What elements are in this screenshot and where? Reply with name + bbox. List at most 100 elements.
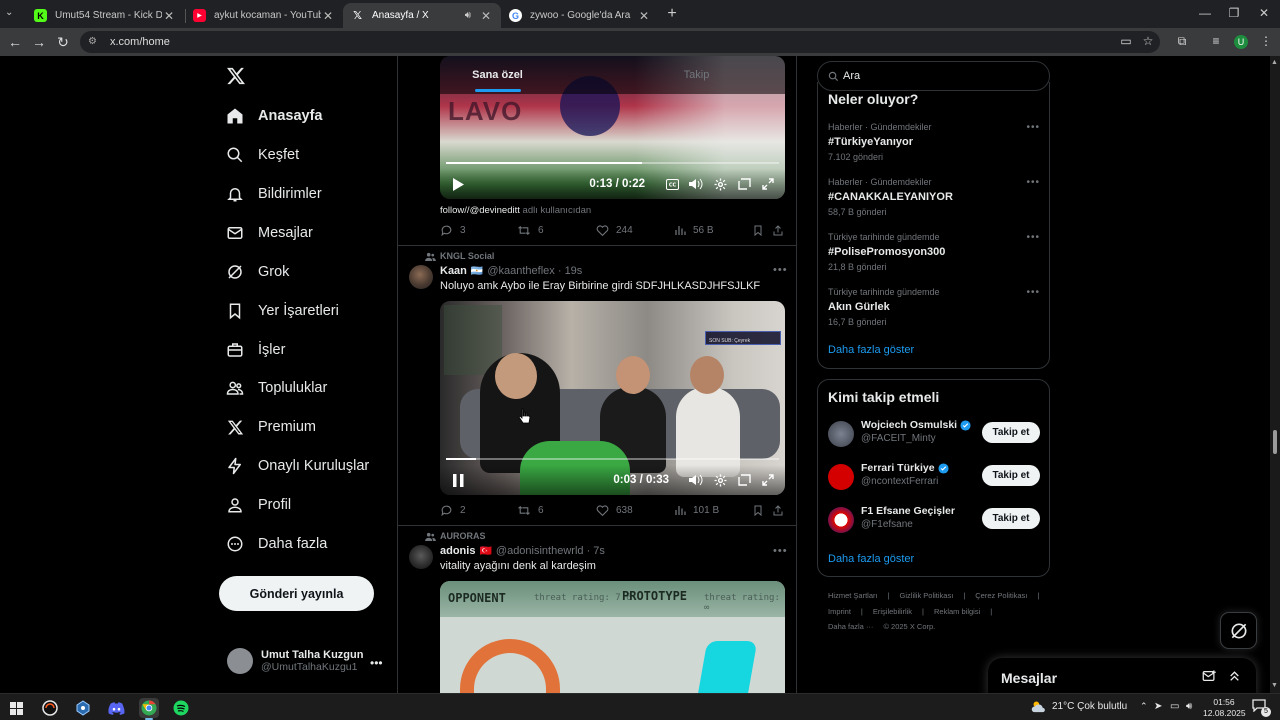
follow-button[interactable]: Takip et — [982, 422, 1040, 443]
like-button[interactable]: 244 — [596, 224, 633, 237]
browser-tab-kick[interactable]: K Umut54 Stream - Kick Dashboa ✕ — [26, 3, 184, 28]
pause-icon[interactable] — [450, 472, 466, 488]
tab-search-chevron-icon[interactable]: ⌄ — [5, 7, 13, 18]
post-more-icon[interactable]: ••• — [773, 545, 788, 557]
pinned-app-icon[interactable] — [73, 698, 93, 718]
share-button[interactable] — [772, 224, 791, 237]
browser-tab-youtube[interactable]: ▶ aykut kocaman - YouTube ✕ — [185, 3, 343, 28]
bookmark-button[interactable] — [752, 224, 771, 237]
trend-more-icon[interactable]: ••• — [1026, 287, 1040, 298]
speaker-icon[interactable]: 🔊︎ — [465, 10, 471, 21]
fullscreen-icon[interactable] — [761, 473, 775, 487]
sidebar-item-profile[interactable]: Profil — [226, 492, 291, 518]
close-tab-icon[interactable]: ✕ — [321, 9, 335, 23]
sidebar-item-messages[interactable]: Mesajlar — [226, 220, 313, 246]
footer-more-link[interactable]: Daha fazla ··· — [828, 622, 873, 631]
follow-button[interactable]: Takip et — [982, 508, 1040, 529]
sidebar-item-more[interactable]: Daha fazla — [226, 531, 327, 557]
new-tab-button[interactable]: + — [663, 5, 681, 23]
volume-icon[interactable]: 🔊︎ — [1186, 701, 1192, 712]
post-video[interactable]: SON SUB: Çeyrek 0:03 / 0:33 — [440, 301, 785, 495]
spotify-icon[interactable] — [171, 698, 191, 718]
pip-icon[interactable] — [737, 177, 751, 191]
post-author[interactable]: Kaan — [440, 265, 467, 277]
footer-link[interactable]: Çerez Politikası — [975, 591, 1027, 600]
bookmark-star-icon[interactable]: ☆ — [1140, 34, 1156, 48]
messages-drawer[interactable]: Mesajlar — [988, 658, 1256, 698]
account-switcher[interactable]: Umut Talha Kuzgun @UmutTalhaKuzgu1 — [227, 648, 363, 674]
sidebar-item-notifications[interactable]: Bildirimler — [226, 181, 322, 207]
trends-show-more-link[interactable]: Daha fazla göster — [828, 344, 914, 356]
who-show-more-link[interactable]: Daha fazla göster — [828, 553, 914, 565]
scrollbar-thumb[interactable] — [1273, 430, 1277, 454]
volume-icon[interactable] — [689, 473, 703, 487]
scroll-up-arrow-icon[interactable]: ▲ — [1271, 59, 1278, 66]
fullscreen-icon[interactable] — [761, 177, 775, 191]
sidebar-item-jobs[interactable]: İşler — [226, 337, 285, 363]
sidebar-item-home[interactable]: Anasayfa — [226, 103, 322, 129]
network-icon[interactable]: ▭ — [1170, 701, 1179, 712]
weather-text[interactable]: 21°C Çok bulutlu — [1052, 701, 1127, 712]
post-handle[interactable]: @kaantheflex · 19s — [487, 265, 582, 277]
x-logo-icon[interactable] — [226, 66, 246, 86]
attribution-user[interactable]: follow//@devineditt — [440, 205, 520, 216]
repost-button[interactable]: 6 — [517, 224, 544, 237]
restore-icon[interactable]: ❐ — [1226, 6, 1242, 20]
close-tab-icon[interactable]: ✕ — [479, 9, 493, 23]
sidebar-item-communities[interactable]: Topluluklar — [226, 375, 327, 401]
back-arrow-icon[interactable]: ← — [6, 33, 24, 51]
browser-tab-x[interactable]: 𝕏 Anasayfa / X 🔊︎ ✕ — [343, 3, 501, 28]
post-button[interactable]: Gönderi yayınla — [219, 576, 374, 611]
avatar[interactable] — [409, 265, 433, 289]
footer-link[interactable]: Imprint — [828, 607, 851, 616]
captions-icon[interactable]: CC — [665, 177, 679, 191]
chrome-icon[interactable] — [139, 698, 159, 720]
community-label[interactable]: KNGL Social — [425, 251, 494, 261]
like-button[interactable]: 638 — [596, 504, 633, 517]
sidebar-item-premium[interactable]: Premium — [226, 414, 316, 440]
follow-button[interactable]: Takip et — [982, 465, 1040, 486]
tab-for-you[interactable]: Sana özel — [398, 56, 597, 94]
video-progress-bar[interactable] — [446, 162, 779, 164]
footer-link[interactable]: Gizlilik Politikası — [900, 591, 954, 600]
post-author[interactable]: adonis — [440, 545, 475, 557]
bookmark-button[interactable] — [752, 504, 771, 517]
community-label[interactable]: AURORAS — [425, 531, 486, 541]
tray-app-icon[interactable]: ➤ — [1154, 701, 1162, 712]
post-handle[interactable]: @adonisinthewrld · 7s — [496, 545, 605, 557]
steelseries-app-icon[interactable] — [40, 698, 60, 718]
forward-arrow-icon[interactable]: → — [30, 33, 48, 51]
post-more-icon[interactable]: ••• — [773, 264, 788, 276]
minimize-icon[interactable]: — — [1197, 6, 1213, 20]
trend-item[interactable]: Türkiye tarihinde gündemde #PolisePromos… — [828, 232, 1040, 272]
sidebar-item-grok[interactable]: Grok — [226, 259, 289, 285]
repost-button[interactable]: 6 — [517, 504, 544, 517]
sidebar-item-verified-orgs[interactable]: Onaylı Kuruluşlar — [226, 453, 369, 479]
share-button[interactable] — [772, 504, 791, 517]
video-progress-bar[interactable] — [446, 458, 779, 460]
pip-icon[interactable] — [737, 473, 751, 487]
sidebar-item-explore[interactable]: Keşfet — [226, 142, 299, 168]
reload-icon[interactable]: ↻ — [54, 33, 72, 51]
browser-profile-avatar[interactable]: U — [1234, 35, 1248, 49]
trend-item[interactable]: Haberler · Gündemdekiler #CANAKKALEYANIY… — [828, 177, 1040, 217]
trend-more-icon[interactable]: ••• — [1026, 177, 1040, 188]
avatar[interactable] — [409, 545, 433, 569]
sidebar-item-bookmarks[interactable]: Yer İşaretleri — [226, 298, 339, 324]
cast-icon[interactable]: ▭ — [1118, 34, 1134, 48]
windows-start-icon[interactable] — [6, 698, 26, 718]
tray-chevron-up-icon[interactable]: ⌃ — [1140, 701, 1148, 712]
tab-following[interactable]: Takip — [597, 56, 796, 94]
discord-icon[interactable] — [106, 698, 126, 718]
grok-floating-button[interactable] — [1220, 612, 1257, 649]
trend-more-icon[interactable]: ••• — [1026, 122, 1040, 133]
footer-link[interactable]: Erişilebilirlik — [873, 607, 912, 616]
footer-link[interactable]: Reklam bilgisi — [934, 607, 980, 616]
address-bar[interactable]: ⚙ x.com/home — [80, 31, 1160, 53]
site-info-icon[interactable]: ⚙ — [88, 36, 100, 48]
weather-icon[interactable] — [1030, 699, 1047, 717]
browser-menu-icon[interactable]: ⋮ — [1258, 34, 1274, 48]
settings-gear-icon[interactable] — [713, 177, 727, 191]
media-control-icon[interactable]: ≡ — [1208, 34, 1224, 48]
close-tab-icon[interactable]: ✕ — [637, 9, 651, 23]
